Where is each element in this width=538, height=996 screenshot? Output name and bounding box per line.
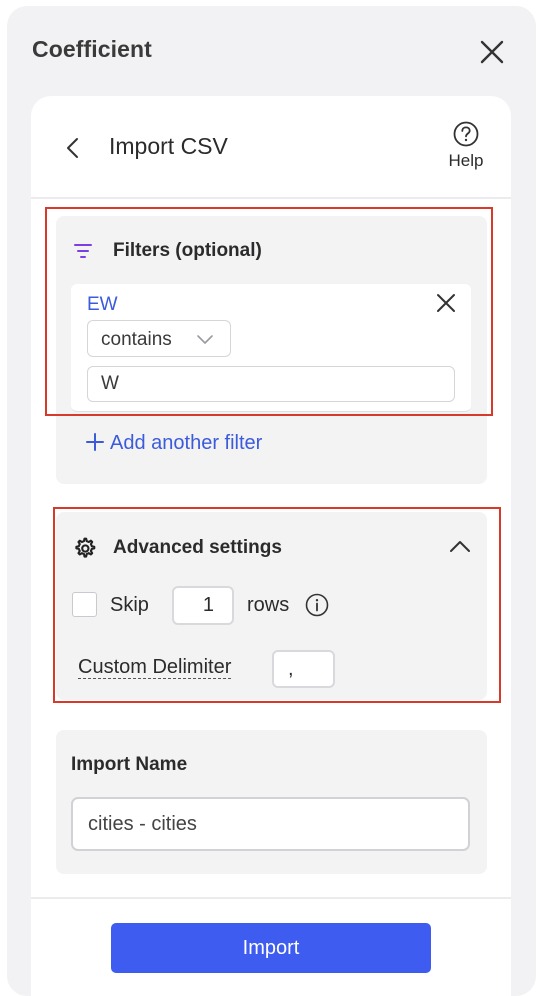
- filter-field-name[interactable]: EW: [87, 294, 118, 316]
- chevron-up-icon: [450, 541, 470, 552]
- import-name-input[interactable]: cities - cities: [71, 797, 470, 851]
- skip-rows-checkbox[interactable]: [72, 592, 97, 617]
- import-button[interactable]: Import: [111, 923, 431, 973]
- filter-operator-value: contains: [101, 329, 172, 350]
- filter-icon: [73, 241, 93, 261]
- filter-operator-select[interactable]: contains: [87, 320, 231, 357]
- close-icon: [480, 40, 504, 64]
- page-title: Import CSV: [109, 133, 228, 159]
- help-button[interactable]: Help: [442, 120, 490, 176]
- advanced-settings-title: Advanced settings: [113, 537, 282, 558]
- close-icon: [437, 294, 455, 312]
- add-filter-button[interactable]: Add another filter: [86, 432, 262, 458]
- help-circle-icon: [453, 121, 479, 147]
- remove-filter-button[interactable]: [435, 292, 457, 314]
- footer-divider: [31, 897, 511, 899]
- chevron-down-icon: [197, 335, 213, 344]
- filters-title: Filters (optional): [113, 240, 262, 261]
- custom-delimiter-label: Custom Delimiter: [78, 656, 232, 679]
- custom-delimiter-input[interactable]: ,: [272, 650, 335, 688]
- plus-icon: [86, 433, 104, 451]
- back-chevron-icon: [67, 138, 78, 158]
- header-divider: [31, 197, 511, 199]
- add-filter-label: Add another filter: [110, 432, 263, 454]
- app-title: Coefficient: [32, 36, 152, 62]
- info-icon[interactable]: [305, 593, 329, 617]
- filter-value-input[interactable]: W: [87, 366, 455, 402]
- back-button[interactable]: [62, 134, 86, 162]
- rows-label: rows: [247, 594, 290, 616]
- skip-label: Skip: [110, 594, 149, 616]
- help-label: Help: [448, 151, 484, 170]
- gear-icon: [72, 536, 97, 561]
- skip-rows-input[interactable]: 1: [172, 586, 234, 625]
- import-name-label: Import Name: [71, 754, 188, 775]
- collapse-advanced-button[interactable]: [448, 535, 472, 559]
- close-button[interactable]: [478, 38, 506, 66]
